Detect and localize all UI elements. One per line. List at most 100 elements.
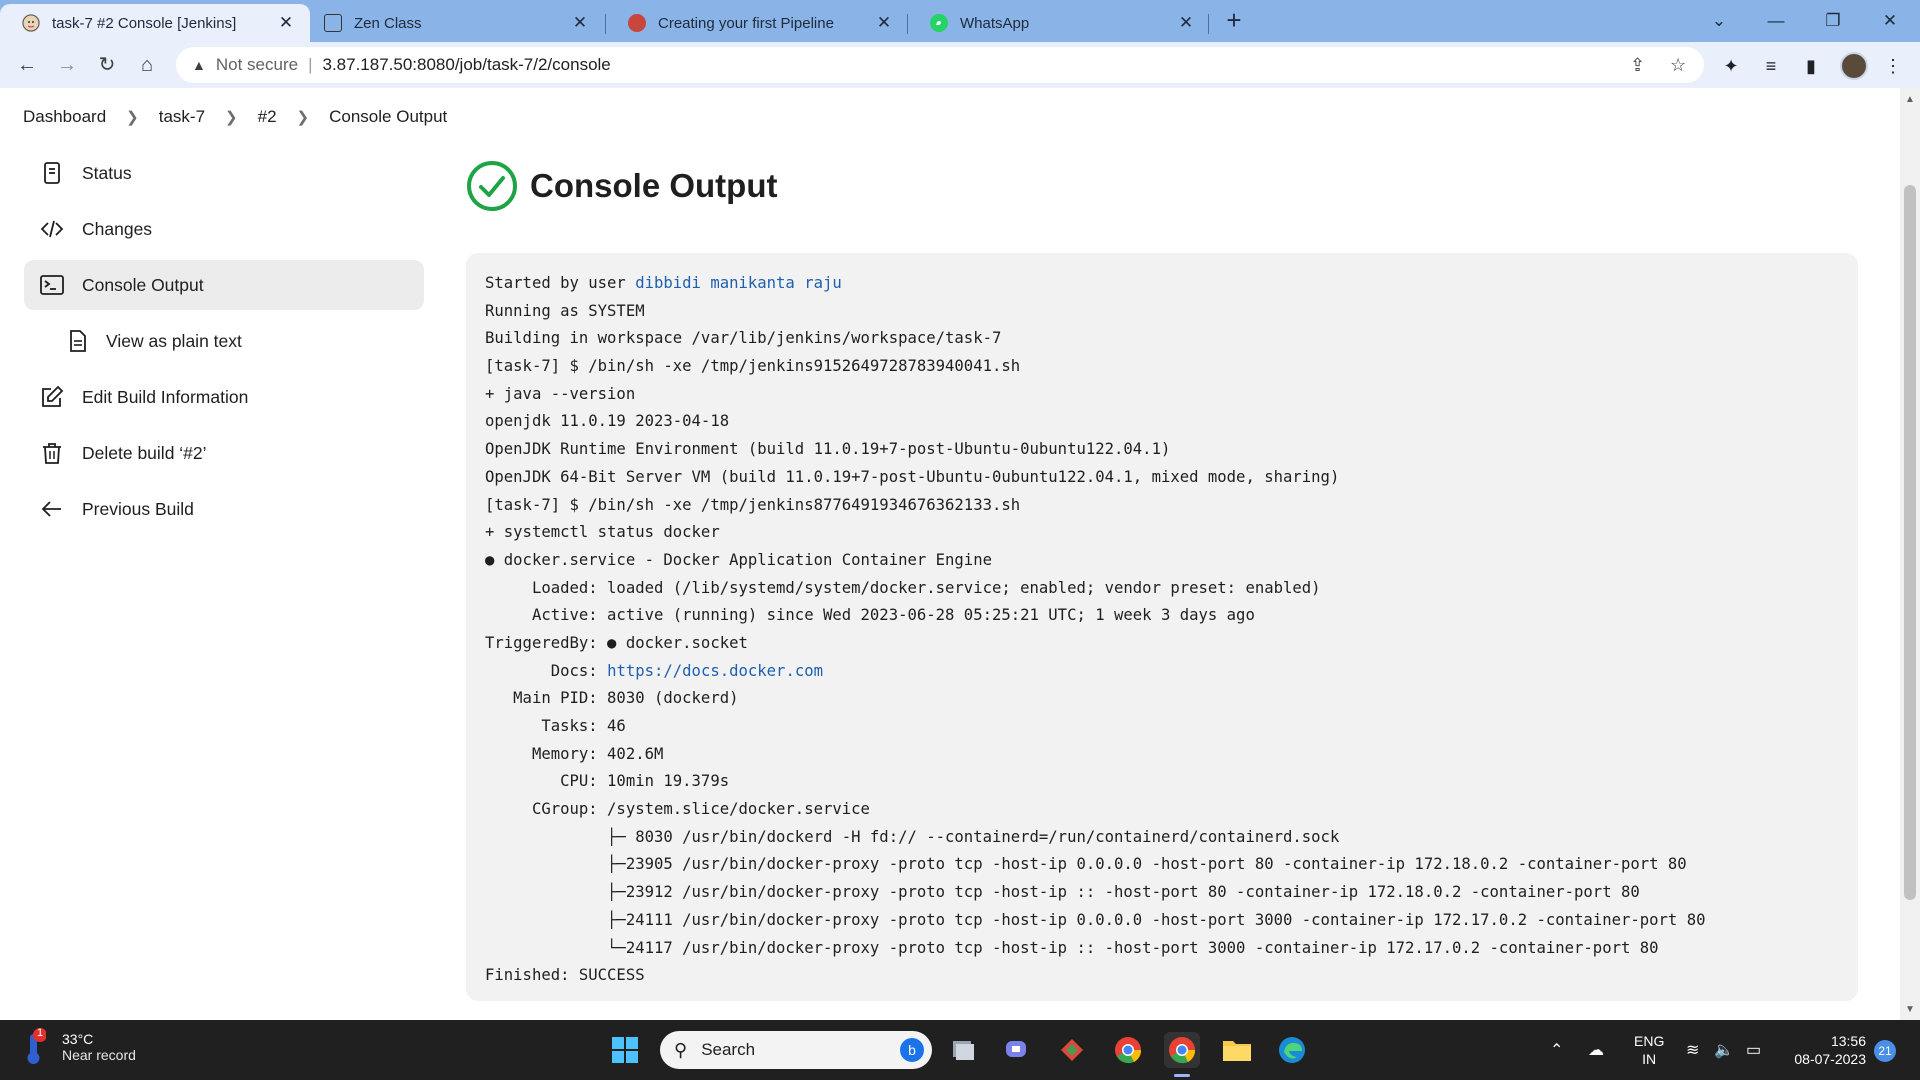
breadcrumb-dashboard[interactable]: Dashboard — [23, 107, 106, 127]
tab-jenkins-console[interactable]: task-7 #2 Console [Jenkins] ✕ — [0, 4, 310, 42]
active-app-indicator — [1174, 1074, 1190, 1077]
sidebar-item-status[interactable]: Status — [24, 148, 424, 198]
sidebar-item-previous-build[interactable]: Previous Build — [24, 484, 424, 534]
browser-menu-icon[interactable]: ⋮ — [1880, 53, 1906, 79]
scroll-up-icon[interactable]: ▲ — [1904, 94, 1916, 105]
tab-zen-class[interactable]: Zen Class ✕ — [302, 4, 604, 42]
sidebar-item-delete-build[interactable]: Delete build ‘#2’ — [24, 428, 424, 478]
show-hidden-icons[interactable]: ⌃ — [1550, 1020, 1563, 1080]
sidebar-item-console-output[interactable]: Console Output — [24, 260, 424, 310]
terminal-icon — [40, 275, 64, 295]
sidebar-item-changes[interactable]: Changes — [24, 204, 424, 254]
input-language[interactable]: ENG IN — [1634, 1032, 1664, 1068]
windows-start-icon[interactable] — [607, 1032, 643, 1068]
snipping-tool-icon[interactable] — [1054, 1032, 1090, 1068]
profile-avatar[interactable] — [1840, 52, 1868, 80]
chevron-right-icon: ❯ — [296, 109, 310, 126]
breadcrumb-current[interactable]: Console Output — [329, 107, 447, 127]
console-line: ├─23912 /usr/bin/docker-proxy -proto tcp… — [485, 883, 1640, 902]
breadcrumb: Dashboard ❯ task-7 ❯ #2 ❯ Console Output — [0, 88, 1900, 146]
tab-title: WhatsApp — [960, 14, 1030, 32]
console-line: + java --version — [485, 384, 636, 403]
onedrive-icon[interactable]: ☁ — [1588, 1020, 1604, 1080]
console-line: ● docker.service - Docker Application Co… — [485, 550, 992, 569]
restore-button[interactable]: ❐ — [1810, 4, 1856, 38]
minimize-button[interactable]: — — [1753, 4, 1799, 38]
docker-docs-link[interactable]: https://docs.docker.com — [607, 662, 823, 680]
breadcrumb-build[interactable]: #2 — [258, 107, 277, 127]
tab-title: Creating your first Pipeline — [658, 14, 834, 32]
weather-alert-badge: 1 — [36, 1027, 44, 1039]
close-tab-icon[interactable]: ✕ — [276, 13, 296, 33]
bing-icon[interactable]: b — [900, 1038, 924, 1062]
browser-toolbar: ← → ↻ ⌂ ▲ Not secure | 3.87.187.50:8080/… — [0, 42, 1920, 88]
close-window-button[interactable]: ✕ — [1867, 4, 1913, 38]
media-control-icon[interactable]: ≡ — [1758, 53, 1784, 79]
system-clock[interactable]: 13:56 08-07-2023 — [1786, 1032, 1866, 1068]
arrow-left-icon — [41, 501, 61, 517]
tab-divider — [1208, 14, 1209, 34]
breadcrumb-job[interactable]: task-7 — [159, 107, 205, 127]
security-label[interactable]: Not secure — [216, 55, 298, 75]
console-line: Started by user dibbidi manikanta raju — [485, 270, 1839, 298]
warning-icon[interactable]: ▲ — [192, 57, 206, 73]
page-title: Console Output — [530, 167, 778, 204]
sidebar-item-label: Status — [82, 162, 132, 183]
new-tab-button[interactable]: + — [1219, 6, 1249, 36]
volume-icon[interactable]: 🔈 — [1714, 1020, 1734, 1080]
edge-icon[interactable] — [1274, 1032, 1310, 1068]
chrome-icon[interactable] — [1110, 1032, 1146, 1068]
language-code: ENG — [1634, 1033, 1665, 1049]
close-tab-icon[interactable]: ✕ — [874, 13, 894, 33]
console-line: Running as SYSTEM — [485, 301, 645, 320]
console-line: Tasks: 46 — [485, 717, 626, 735]
console-line: OpenJDK 64-Bit Server VM (build 11.0.19+… — [485, 467, 1340, 486]
home-button[interactable]: ⌂ — [132, 50, 162, 80]
task-view-icon[interactable] — [945, 1032, 981, 1068]
console-line: [task-7] $ /bin/sh -xe /tmp/jenkins91526… — [485, 357, 1021, 376]
tab-whatsapp[interactable]: WhatsApp ✕ — [908, 4, 1210, 42]
console-line: Docs: https://docs.docker.com — [485, 658, 1839, 686]
weather-description: Near record — [62, 1047, 136, 1063]
bookmark-star-icon[interactable]: ☆ — [1670, 55, 1686, 76]
scroll-down-icon[interactable]: ▼ — [1904, 1004, 1916, 1015]
taskbar-search[interactable]: ⚲ Search b — [660, 1031, 932, 1069]
console-line: Building in workspace /var/lib/jenkins/w… — [485, 329, 1002, 348]
close-tab-icon[interactable]: ✕ — [570, 13, 590, 33]
url-text[interactable]: 3.87.187.50:8080/job/task-7/2/console — [322, 55, 610, 75]
whatsapp-icon — [930, 14, 948, 32]
wifi-icon[interactable]: ≋ — [1686, 1020, 1699, 1080]
address-bar[interactable]: ▲ Not secure | 3.87.187.50:8080/job/task… — [176, 47, 1704, 83]
console-line: openjdk 11.0.19 2023-04-18 — [485, 412, 730, 431]
tab-first-pipeline[interactable]: Creating your first Pipeline ✕ — [606, 4, 908, 42]
console-line: ├─24111 /usr/bin/docker-proxy -proto tcp… — [485, 910, 1706, 929]
console-output-panel: Started by user dibbidi manikanta raju R… — [466, 253, 1858, 1001]
share-icon[interactable]: ⇪ — [1630, 55, 1645, 76]
extensions-icon[interactable]: ✦ — [1718, 53, 1744, 79]
jenkins-icon — [22, 14, 40, 32]
chrome-profile-icon[interactable] — [1164, 1032, 1200, 1068]
console-text: Docs: — [485, 661, 608, 680]
file-explorer-icon[interactable] — [1219, 1032, 1255, 1068]
console-text: Started by user — [485, 274, 636, 292]
browser-tab-strip: task-7 #2 Console [Jenkins] ✕ Zen Class … — [0, 0, 1920, 42]
back-button[interactable]: ← — [12, 50, 42, 80]
close-tab-icon[interactable]: ✕ — [1176, 13, 1196, 33]
started-by-user-link[interactable]: dibbidi manikanta raju — [635, 274, 842, 292]
sidebar-item-edit-build[interactable]: Edit Build Information — [24, 372, 424, 422]
chevron-right-icon: ❯ — [225, 109, 238, 126]
reload-button[interactable]: ↻ — [92, 50, 122, 80]
sidebar-item-plain-text[interactable]: View as plain text — [24, 316, 424, 366]
side-panel-icon[interactable]: ▮ — [1798, 53, 1824, 79]
battery-icon[interactable]: ▭ — [1746, 1020, 1761, 1080]
sidebar-item-label: Changes — [82, 218, 153, 239]
notification-badge[interactable]: 21 — [1874, 1040, 1896, 1062]
forward-button[interactable]: → — [52, 50, 82, 80]
tab-title: task-7 #2 Console [Jenkins] — [52, 14, 237, 32]
weather-widget[interactable]: 1 33°C Near record — [22, 1027, 136, 1066]
tab-search-icon[interactable]: ⌄ — [1696, 4, 1742, 38]
console-line: + systemctl status docker — [485, 523, 720, 542]
console-line: ├─ 8030 /usr/bin/dockerd -H fd:// --cont… — [485, 827, 1340, 846]
teams-chat-icon[interactable] — [999, 1032, 1035, 1068]
scrollbar-thumb[interactable] — [1904, 185, 1916, 900]
